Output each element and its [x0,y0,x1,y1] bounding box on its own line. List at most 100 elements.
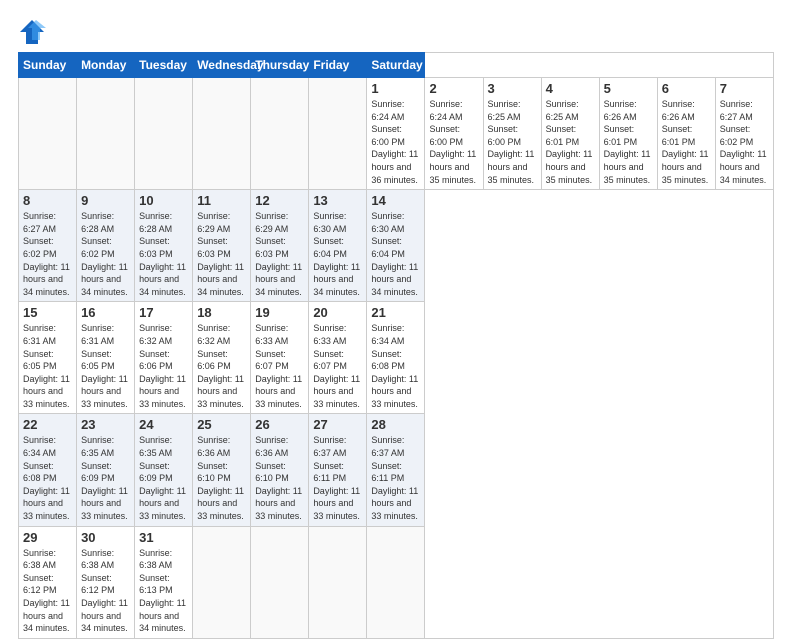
calendar-cell: 12 Sunrise: 6:29 AM Sunset: 6:03 PM Dayli… [251,190,309,302]
day-number: 26 [255,417,304,432]
day-number: 25 [197,417,246,432]
day-number: 27 [313,417,362,432]
calendar-cell [251,78,309,190]
calendar-cell: 6 Sunrise: 6:26 AM Sunset: 6:01 PM Daylig… [657,78,715,190]
day-number: 4 [546,81,595,96]
day-number: 24 [139,417,188,432]
day-info: Sunrise: 6:27 AM Sunset: 6:02 PM Dayligh… [720,98,769,186]
day-number: 21 [371,305,420,320]
calendar-cell: 7 Sunrise: 6:27 AM Sunset: 6:02 PM Daylig… [715,78,773,190]
calendar-header-friday: Friday [309,53,367,78]
day-info: Sunrise: 6:26 AM Sunset: 6:01 PM Dayligh… [604,98,653,186]
day-info: Sunrise: 6:34 AM Sunset: 6:08 PM Dayligh… [371,322,420,410]
calendar-cell [309,78,367,190]
calendar-cell: 9Sunrise: 6:28 AM Sunset: 6:02 PM Daylig… [77,190,135,302]
calendar-header-sunday: Sunday [19,53,77,78]
day-number: 9 [81,193,130,208]
day-number: 18 [197,305,246,320]
calendar-cell: 26 Sunrise: 6:36 AM Sunset: 6:10 PM Dayli… [251,414,309,526]
day-number: 12 [255,193,304,208]
calendar-cell: 21 Sunrise: 6:34 AM Sunset: 6:08 PM Dayli… [367,302,425,414]
calendar-cell: 10 Sunrise: 6:28 AM Sunset: 6:03 PM Dayli… [135,190,193,302]
logo [18,18,52,46]
calendar-cell: 14Sunrise: 6:30 AM Sunset: 6:04 PM Dayli… [367,190,425,302]
calendar-cell: 5 Sunrise: 6:26 AM Sunset: 6:01 PM Daylig… [599,78,657,190]
day-info: Sunrise: 6:32 AM Sunset: 6:06 PM Dayligh… [139,322,188,410]
calendar-cell: 24Sunrise: 6:35 AM Sunset: 6:09 PM Dayli… [135,414,193,526]
calendar-cell: 31 Sunrise: 6:38 AM Sunset: 6:13 PM Dayli… [135,526,193,638]
calendar-cell: 15 Sunrise: 6:31 AM Sunset: 6:05 PM Dayli… [19,302,77,414]
calendar-week-2: 8Sunrise: 6:27 AM Sunset: 6:02 PM Daylig… [19,190,774,302]
day-number: 16 [81,305,130,320]
day-info: Sunrise: 6:30 AM Sunset: 6:04 PM Dayligh… [313,210,362,298]
calendar-cell: 3Sunrise: 6:25 AM Sunset: 6:00 PM Daylig… [483,78,541,190]
day-info: Sunrise: 6:37 AM Sunset: 6:11 PM Dayligh… [371,434,420,522]
day-info: Sunrise: 6:38 AM Sunset: 6:13 PM Dayligh… [139,547,188,635]
day-info: Sunrise: 6:24 AM Sunset: 6:00 PM Dayligh… [429,98,478,186]
day-number: 2 [429,81,478,96]
calendar-cell [367,526,425,638]
calendar-cell: 17 Sunrise: 6:32 AM Sunset: 6:06 PM Dayli… [135,302,193,414]
day-number: 17 [139,305,188,320]
day-number: 31 [139,530,188,545]
calendar-cell: 8Sunrise: 6:27 AM Sunset: 6:02 PM Daylig… [19,190,77,302]
calendar-header-row: SundayMondayTuesdayWednesdayThursdayFrid… [19,53,774,78]
calendar-table: SundayMondayTuesdayWednesdayThursdayFrid… [18,52,774,639]
calendar-week-5: 29Sunrise: 6:38 AM Sunset: 6:12 PM Dayli… [19,526,774,638]
day-info: Sunrise: 6:36 AM Sunset: 6:10 PM Dayligh… [197,434,246,522]
day-number: 10 [139,193,188,208]
calendar-cell [193,526,251,638]
day-number: 22 [23,417,72,432]
calendar-cell: 16Sunrise: 6:31 AM Sunset: 6:05 PM Dayli… [77,302,135,414]
day-info: Sunrise: 6:25 AM Sunset: 6:01 PM Dayligh… [546,98,595,186]
logo-icon [18,18,46,46]
day-info: Sunrise: 6:35 AM Sunset: 6:09 PM Dayligh… [81,434,130,522]
day-number: 30 [81,530,130,545]
day-info: Sunrise: 6:28 AM Sunset: 6:03 PM Dayligh… [139,210,188,298]
calendar-cell [135,78,193,190]
calendar-week-1: 1 Sunrise: 6:24 AM Sunset: 6:00 PM Daylig… [19,78,774,190]
day-number: 13 [313,193,362,208]
day-number: 14 [371,193,420,208]
calendar-header-wednesday: Wednesday [193,53,251,78]
calendar-header-thursday: Thursday [251,53,309,78]
calendar-header-saturday: Saturday [367,53,425,78]
calendar-cell: 27 Sunrise: 6:37 AM Sunset: 6:11 PM Dayli… [309,414,367,526]
calendar-cell [251,526,309,638]
calendar-cell: 18 Sunrise: 6:32 AM Sunset: 6:06 PM Dayli… [193,302,251,414]
page: SundayMondayTuesdayWednesdayThursdayFrid… [0,0,792,612]
day-info: Sunrise: 6:37 AM Sunset: 6:11 PM Dayligh… [313,434,362,522]
calendar-cell [309,526,367,638]
calendar-cell: 19Sunrise: 6:33 AM Sunset: 6:07 PM Dayli… [251,302,309,414]
day-number: 8 [23,193,72,208]
day-number: 29 [23,530,72,545]
day-info: Sunrise: 6:33 AM Sunset: 6:07 PM Dayligh… [255,322,304,410]
calendar-header-monday: Monday [77,53,135,78]
day-number: 1 [371,81,420,96]
calendar-cell: 1 Sunrise: 6:24 AM Sunset: 6:00 PM Daylig… [367,78,425,190]
day-number: 15 [23,305,72,320]
day-info: Sunrise: 6:26 AM Sunset: 6:01 PM Dayligh… [662,98,711,186]
calendar-cell [77,78,135,190]
day-info: Sunrise: 6:31 AM Sunset: 6:05 PM Dayligh… [23,322,72,410]
day-number: 7 [720,81,769,96]
day-info: Sunrise: 6:24 AM Sunset: 6:00 PM Dayligh… [371,98,420,186]
day-number: 3 [488,81,537,96]
day-number: 6 [662,81,711,96]
calendar-cell: 25 Sunrise: 6:36 AM Sunset: 6:10 PM Dayli… [193,414,251,526]
calendar-cell [193,78,251,190]
day-info: Sunrise: 6:29 AM Sunset: 6:03 PM Dayligh… [255,210,304,298]
calendar-cell: 29Sunrise: 6:38 AM Sunset: 6:12 PM Dayli… [19,526,77,638]
calendar-cell: 4 Sunrise: 6:25 AM Sunset: 6:01 PM Daylig… [541,78,599,190]
calendar-cell: 11Sunrise: 6:29 AM Sunset: 6:03 PM Dayli… [193,190,251,302]
day-number: 23 [81,417,130,432]
day-info: Sunrise: 6:36 AM Sunset: 6:10 PM Dayligh… [255,434,304,522]
calendar-cell: 30Sunrise: 6:38 AM Sunset: 6:12 PM Dayli… [77,526,135,638]
day-info: Sunrise: 6:29 AM Sunset: 6:03 PM Dayligh… [197,210,246,298]
calendar-cell: 2 Sunrise: 6:24 AM Sunset: 6:00 PM Daylig… [425,78,483,190]
day-info: Sunrise: 6:33 AM Sunset: 6:07 PM Dayligh… [313,322,362,410]
day-number: 20 [313,305,362,320]
calendar-week-3: 15 Sunrise: 6:31 AM Sunset: 6:05 PM Dayli… [19,302,774,414]
day-number: 5 [604,81,653,96]
day-info: Sunrise: 6:32 AM Sunset: 6:06 PM Dayligh… [197,322,246,410]
